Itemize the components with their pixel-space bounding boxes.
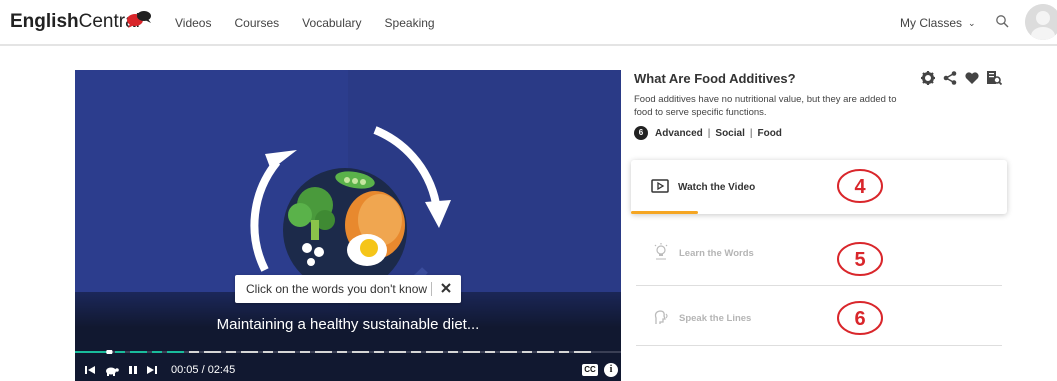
video-title: What Are Food Additives? [634,71,796,86]
step-watch-video[interactable]: Watch the Video [631,160,1007,214]
speaking-head-icon [654,310,668,324]
annotation-number-5: 5 [854,249,865,271]
progress-bar[interactable] [75,350,621,354]
active-step-indicator [631,211,698,214]
level-link[interactable]: Advanced [655,128,703,139]
sentence-segment[interactable] [167,351,184,353]
sentence-segment[interactable] [300,351,310,353]
sentence-segment[interactable] [485,351,495,353]
nav-speaking[interactable]: Speaking [385,16,435,30]
sentence-segment[interactable] [374,351,384,353]
step-learn-words[interactable]: Learn the Words [636,222,1002,286]
sentence-segment[interactable] [130,351,147,353]
sentence-segment[interactable] [263,351,273,353]
video-meta: 6 Advanced | Social | Food [634,125,782,141]
main-nav: Videos Courses Vocabulary Speaking [175,16,458,30]
heart-icon[interactable] [964,70,980,86]
sentence-segment[interactable] [226,351,236,353]
step-label: Watch the Video [678,182,756,193]
step-speak-lines[interactable]: Speak the Lines [636,282,1002,346]
sentence-segment[interactable] [389,351,406,353]
top-navigation-bar: EnglishCentral Videos Courses Vocabulary… [0,0,1057,46]
closed-captions-button[interactable]: CC [582,364,598,376]
topic-link[interactable]: Food [757,128,781,139]
sentence-segment[interactable] [411,351,421,353]
meta-separator: | [707,127,711,139]
video-actions [920,70,1010,88]
annotation-number-4: 4 [854,176,866,198]
progress-scrubber[interactable] [106,350,113,354]
level-badge: 6 [634,126,648,140]
close-icon[interactable] [438,280,454,296]
annotation-circle-6: 6 [837,301,883,335]
sentence-segment[interactable] [278,351,295,353]
nav-videos[interactable]: Videos [175,16,211,30]
step-label: Learn the Words [679,248,754,259]
food-cycle-illustration [250,126,451,296]
gear-icon[interactable] [920,70,936,86]
tooltip-divider [431,282,432,296]
tooltip-text: Click on the words you don't know [246,282,428,296]
pause-icon[interactable] [126,363,140,377]
player-controls: 00:05 / 02:45 CC i [75,359,621,381]
lightbulb-icon [654,243,668,260]
sentence-segment[interactable] [559,351,569,353]
chevron-down-icon: ⌄ [968,18,976,28]
transcript-search-icon[interactable] [986,70,1002,86]
my-classes-dropdown[interactable]: My Classes ⌄ [900,16,976,30]
share-icon[interactable] [942,70,958,86]
sentence-segment[interactable] [537,351,554,353]
sentence-segment[interactable] [315,351,332,353]
sentence-segment[interactable] [189,351,199,353]
sentence-segment[interactable] [352,351,369,353]
progress-fill [75,351,110,353]
logo-speech-bubbles-icon [127,11,151,28]
annotation-circle-5: 5 [837,242,883,276]
user-avatar[interactable] [1025,4,1057,40]
annotation-number-6: 6 [854,308,865,330]
sentence-segment[interactable] [241,351,258,353]
video-timecode: 00:05 / 02:45 [171,364,236,376]
sentence-segment[interactable] [500,351,517,353]
category-link[interactable]: Social [715,128,744,139]
search-icon[interactable] [995,14,1009,28]
play-video-icon [651,179,669,193]
sentence-segment[interactable] [115,351,125,353]
my-classes-label: My Classes [900,16,963,30]
next-line-icon[interactable] [145,363,159,377]
sentence-segment[interactable] [463,351,480,353]
step-label: Speak the Lines [679,313,752,324]
sentence-segment[interactable] [426,351,443,353]
sentence-segment[interactable] [152,351,162,353]
slow-speed-turtle-icon[interactable] [103,363,119,377]
annotation-circle-4: 4 [837,169,883,203]
previous-line-icon[interactable] [83,363,97,377]
meta-separator: | [749,127,753,139]
info-icon[interactable]: i [604,363,618,377]
avatar-silhouette-icon [1025,4,1057,40]
englishcentral-logo[interactable]: EnglishCentral [10,11,140,33]
sentence-segment[interactable] [337,351,347,353]
sentence-segment[interactable] [448,351,458,353]
nav-vocabulary[interactable]: Vocabulary [302,16,361,30]
logo-text-english: English [10,11,79,32]
video-description: Food additives have no nutritional value… [634,94,897,118]
nav-courses[interactable]: Courses [234,16,279,30]
sentence-segment[interactable] [522,351,532,353]
video-player[interactable]: Click on the words you don't know Mainta… [75,70,621,381]
sentence-segment[interactable] [204,351,221,353]
sentence-segment[interactable] [574,351,591,353]
video-caption[interactable]: Maintaining a healthy sustainable diet..… [75,316,621,333]
vocab-hint-tooltip: Click on the words you don't know [235,275,461,303]
